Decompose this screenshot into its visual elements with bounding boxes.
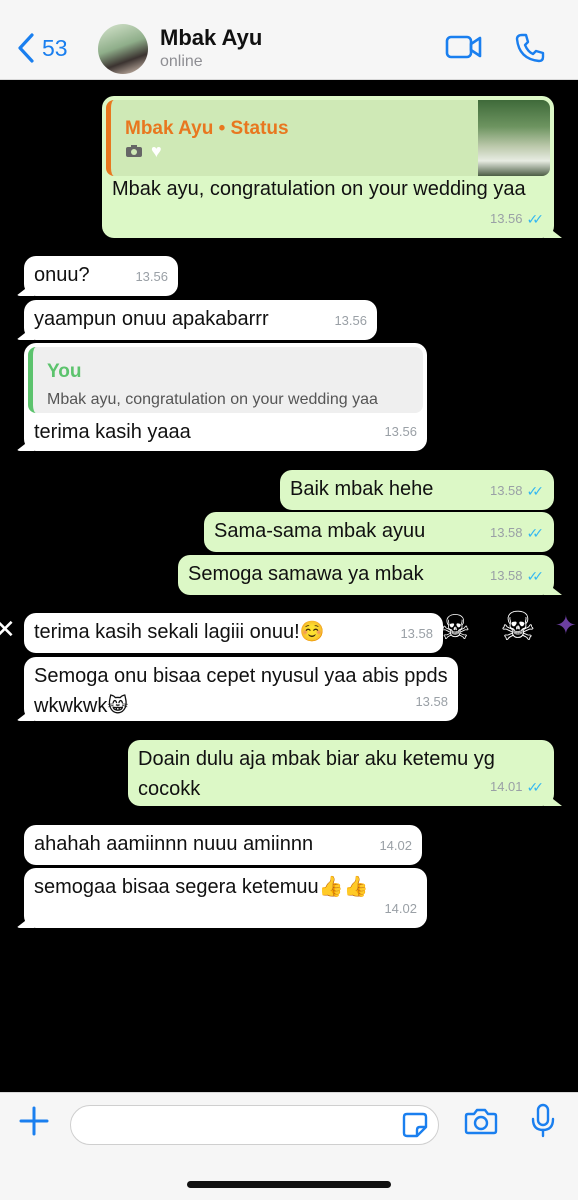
message-meta: 14.02: [384, 894, 417, 924]
chat-header: 53 Mbak Ayu online: [0, 0, 578, 80]
double-check-icon: ✓✓: [526, 525, 545, 541]
chat-area[interactable]: ✕ ☠ ☠ ✦ Mbak Ayu • Status ♥ Mbak ayu, co…: [0, 80, 578, 1092]
message-meta: 13.58: [415, 687, 448, 717]
voice-record-button[interactable]: [530, 1103, 556, 1144]
voice-call-button[interactable]: [514, 32, 546, 64]
phone-icon: [515, 33, 545, 63]
message-text: semogaa bisaa segera ketemuu👍👍: [34, 876, 369, 898]
skull-icon: ☠: [440, 609, 471, 647]
message-outgoing[interactable]: Semoga samawa ya mbak 13.58 ✓✓: [178, 555, 554, 595]
skull-icon: ☠: [500, 605, 536, 649]
message-time: 13.56: [135, 269, 168, 284]
mic-icon: [531, 1103, 555, 1138]
home-indicator: [187, 1181, 391, 1188]
hat-icon: ✦: [555, 610, 577, 640]
reply-quote[interactable]: You Mbak ayu, congratulation on your wed…: [28, 347, 423, 413]
message-incoming[interactable]: yaampun onuu apakabarrr 13.56: [24, 300, 377, 340]
message-time: 13.58: [489, 483, 523, 498]
sticker-button[interactable]: [402, 1112, 428, 1143]
message-time: 13.56: [489, 211, 523, 226]
message-text: Mbak ayu, congratulation on your wedding…: [112, 178, 526, 200]
status-thumbnail: [478, 100, 550, 176]
camera-icon: [464, 1108, 498, 1135]
message-time: 14.02: [384, 901, 417, 916]
message-time: 13.58: [489, 525, 523, 540]
message-incoming[interactable]: onuu? 13.56: [24, 256, 178, 296]
message-time: 14.02: [379, 838, 412, 853]
message-meta: 13.58: [400, 619, 433, 649]
message-input[interactable]: [70, 1105, 439, 1145]
camera-icon: [126, 145, 142, 157]
message-outgoing[interactable]: Doain dulu aja mbak biar aku ketemu yg c…: [128, 740, 554, 806]
message-text: terima kasih yaaa: [34, 421, 191, 443]
unread-count: 53: [42, 34, 68, 61]
video-call-icon: [445, 35, 482, 59]
message-text: yaampun onuu apakabarrr: [34, 308, 269, 330]
message-text: ahahah aamiinnn nuuu amiinnn: [34, 833, 314, 855]
back-button[interactable]: 53: [16, 30, 68, 66]
message-time: 13.58: [415, 694, 448, 709]
message-outgoing[interactable]: Baik mbak hehe 13.58 ✓✓: [280, 470, 554, 510]
message-incoming[interactable]: You Mbak ayu, congratulation on your wed…: [24, 343, 427, 451]
double-check-icon: ✓✓: [526, 483, 545, 499]
message-incoming[interactable]: semogaa bisaa segera ketemuu👍👍 14.02: [24, 868, 427, 928]
message-meta: 13.56: [334, 306, 367, 336]
quote-text: Mbak ayu, congratulation on your wedding…: [47, 391, 378, 408]
message-outgoing[interactable]: Mbak Ayu • Status ♥ Mbak ayu, congratula…: [102, 96, 554, 238]
message-meta: 13.58 ✓✓: [490, 518, 544, 548]
attach-button[interactable]: [18, 1105, 50, 1142]
message-meta: 13.56: [135, 262, 168, 292]
quote-title: You: [47, 361, 82, 382]
camera-button[interactable]: [464, 1107, 498, 1140]
status-quote[interactable]: Mbak Ayu • Status ♥: [106, 100, 550, 176]
message-text: onuu?: [34, 264, 90, 286]
message-text: Semoga samawa ya mbak: [188, 563, 424, 585]
message-text: terima kasih sekali lagiii onuu!☺️: [34, 621, 325, 643]
message-meta: 13.56 ✓✓: [490, 204, 544, 234]
message-text: Doain dulu aja mbak biar aku ketemu yg c…: [138, 748, 495, 800]
message-text: Baik mbak hehe: [290, 478, 434, 500]
message-time: 13.56: [334, 313, 367, 328]
message-time: 13.56: [384, 424, 417, 439]
message-time: 13.58: [489, 568, 523, 583]
avatar[interactable]: [98, 24, 148, 74]
double-check-icon: ✓✓: [526, 779, 545, 795]
plus-icon: [19, 1106, 49, 1136]
message-incoming[interactable]: terima kasih sekali lagiii onuu!☺️ 13.58: [24, 613, 443, 653]
message-meta: 13.58 ✓✓: [490, 476, 544, 506]
video-call-button[interactable]: [445, 33, 483, 61]
bone-icon: ✕: [0, 614, 16, 644]
message-meta: 13.58 ✓✓: [490, 561, 544, 591]
message-time: 13.58: [400, 626, 433, 641]
message-incoming[interactable]: ahahah aamiinnn nuuu amiinnn 14.02: [24, 825, 422, 865]
double-check-icon: ✓✓: [526, 211, 545, 227]
chevron-left-icon: [18, 33, 34, 63]
message-time: 14.01: [489, 779, 523, 794]
quote-title: Mbak Ayu • Status: [125, 118, 289, 139]
message-text: Sama-sama mbak ayuu: [214, 520, 426, 542]
message-meta: 14.02: [379, 831, 412, 861]
message-text: Semoga onu bisaa cepet nyusul yaa abis p…: [34, 665, 448, 717]
contact-status: online: [160, 53, 203, 70]
sticker-icon: [402, 1112, 428, 1138]
message-incoming[interactable]: Semoga onu bisaa cepet nyusul yaa abis p…: [24, 657, 458, 721]
message-outgoing[interactable]: Sama-sama mbak ayuu 13.58 ✓✓: [204, 512, 554, 552]
message-meta: 13.56: [384, 417, 417, 447]
message-meta: 14.01 ✓✓: [490, 772, 544, 802]
heart-icon: ♥: [151, 141, 162, 161]
contact-name[interactable]: Mbak Ayu: [160, 25, 262, 51]
double-check-icon: ✓✓: [526, 568, 545, 584]
